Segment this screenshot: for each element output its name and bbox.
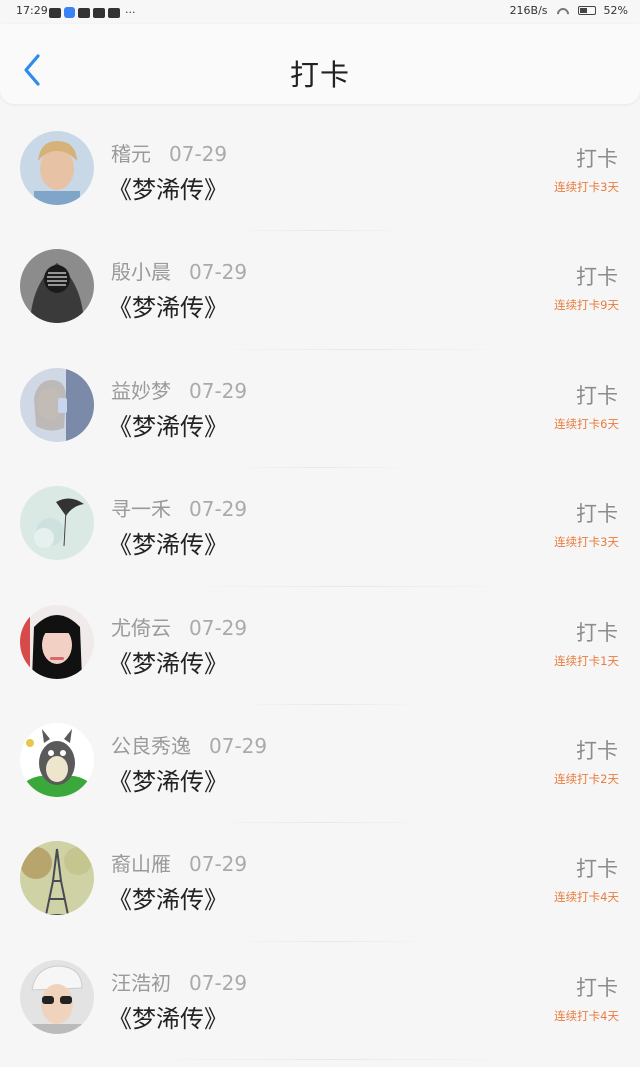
checkin-label: 打卡 — [576, 738, 618, 763]
user-name[interactable]: 益妙梦 07-29 — [111, 375, 247, 404]
book-title[interactable]: 《梦浠传》 — [108, 644, 228, 679]
list-item[interactable]: 公良秀逸 07-29 《梦浠传》 打卡 连续打卡2天 — [0, 705, 640, 824]
post-date: 07-29 — [189, 852, 248, 877]
user-name-text: 裔山雁 — [111, 852, 171, 877]
user-name-text: 稽元 — [111, 142, 151, 166]
book-title[interactable]: 《梦浠传》 — [108, 170, 228, 205]
avatar[interactable] — [20, 367, 94, 442]
post-date: 07-29 — [189, 615, 248, 640]
net-speed: 216B/s — [509, 4, 548, 17]
list-item[interactable]: 汪浩初 07-29 《梦浠传》 打卡 连续打卡4天 — [0, 942, 640, 1061]
streak-text: 连续打卡4天 — [554, 890, 619, 905]
avatar[interactable] — [20, 959, 94, 1034]
book-title[interactable]: 《梦浠传》 — [108, 525, 228, 560]
book-title[interactable]: 《梦浠传》 — [108, 288, 228, 323]
list-item[interactable]: 寻一禾 07-29 《梦浠传》 打卡 连续打卡3天 — [0, 468, 640, 587]
list-item[interactable]: 稽元 07-29 《梦浠传》 打卡 连续打卡3天 — [0, 113, 640, 232]
checkin-list: 稽元 07-29 《梦浠传》 打卡 连续打卡3天 殷小晨 07-29 《梦浠传》 打… — [0, 113, 640, 1061]
header: 打卡 — [0, 24, 640, 104]
user-name-text: 尤倚云 — [111, 615, 171, 640]
status-right: 216B/s 52% — [510, 4, 628, 17]
user-name[interactable]: 汪浩初 07-29 — [111, 967, 247, 996]
divider — [140, 1059, 520, 1061]
user-name-text: 公良秀逸 — [111, 733, 191, 758]
battery-icon — [577, 6, 596, 15]
checkin-label: 打卡 — [576, 265, 618, 290]
page-title: 打卡 — [289, 58, 350, 92]
user-name[interactable]: 裔山雁 07-29 — [111, 848, 247, 877]
avatar[interactable] — [20, 486, 94, 561]
post-date: 07-29 — [189, 970, 248, 995]
checkin-label: 打卡 — [576, 383, 618, 408]
notification-icon — [49, 7, 61, 18]
avatar[interactable] — [20, 249, 94, 324]
post-date: 07-29 — [169, 142, 228, 166]
status-time: 17:29 — [16, 4, 48, 17]
streak-text: 连续打卡3天 — [554, 535, 619, 550]
notification-icon — [93, 7, 105, 18]
streak-text: 连续打卡6天 — [554, 416, 619, 431]
streak-text: 连续打卡3天 — [554, 180, 619, 194]
list-item[interactable]: 殷小晨 07-29 《梦浠传》 打卡 连续打卡9天 — [0, 231, 640, 350]
book-title[interactable]: 《梦浠传》 — [108, 880, 228, 915]
notification-icon — [78, 7, 90, 18]
user-name-text: 汪浩初 — [111, 970, 171, 995]
book-title[interactable]: 《梦浠传》 — [108, 762, 228, 797]
status-bar: 17:29 ··· 216B/s 52% — [0, 0, 640, 24]
avatar[interactable] — [20, 131, 94, 205]
post-date: 07-29 — [209, 733, 268, 758]
post-date: 07-29 — [189, 497, 248, 522]
more-notifications-icon: ··· — [125, 6, 136, 19]
streak-text: 连续打卡4天 — [554, 1008, 619, 1023]
checkin-label: 打卡 — [576, 147, 618, 171]
streak-text: 连续打卡2天 — [554, 771, 619, 786]
user-name[interactable]: 寻一禾 07-29 — [111, 493, 247, 522]
checkin-label: 打卡 — [576, 857, 618, 882]
user-name[interactable]: 稽元 07-29 — [111, 138, 227, 167]
list-item[interactable]: 裔山雁 07-29 《梦浠传》 打卡 连续打卡4天 — [0, 823, 640, 942]
notification-icon — [108, 7, 120, 18]
checkin-label: 打卡 — [576, 502, 618, 527]
user-name-text: 益妙梦 — [111, 378, 171, 403]
list-item[interactable]: 尤倚云 07-29 《梦浠传》 打卡 连续打卡1天 — [0, 587, 640, 705]
user-name[interactable]: 尤倚云 07-29 — [111, 612, 247, 641]
battery-percent: 52% — [603, 4, 628, 17]
checkin-label: 打卡 — [576, 620, 618, 645]
avatar[interactable] — [20, 722, 94, 797]
book-title[interactable]: 《梦浠传》 — [108, 999, 228, 1034]
streak-text: 连续打卡1天 — [554, 653, 619, 668]
user-name-text: 寻一禾 — [111, 497, 171, 522]
notification-icons: ··· — [49, 6, 136, 19]
avatar[interactable] — [20, 604, 94, 679]
user-name-text: 殷小晨 — [111, 260, 171, 285]
checkin-label: 打卡 — [576, 975, 618, 1000]
streak-text: 连续打卡9天 — [554, 298, 619, 313]
post-date: 07-29 — [189, 260, 248, 285]
post-date: 07-29 — [189, 378, 248, 403]
book-title[interactable]: 《梦浠传》 — [108, 407, 228, 442]
avatar[interactable] — [20, 841, 94, 916]
notification-icon — [64, 7, 75, 18]
user-name[interactable]: 殷小晨 07-29 — [111, 256, 247, 285]
wifi-icon — [556, 6, 570, 16]
user-name[interactable]: 公良秀逸 07-29 — [111, 730, 267, 759]
list-item[interactable]: 益妙梦 07-29 《梦浠传》 打卡 连续打卡6天 — [0, 350, 640, 469]
